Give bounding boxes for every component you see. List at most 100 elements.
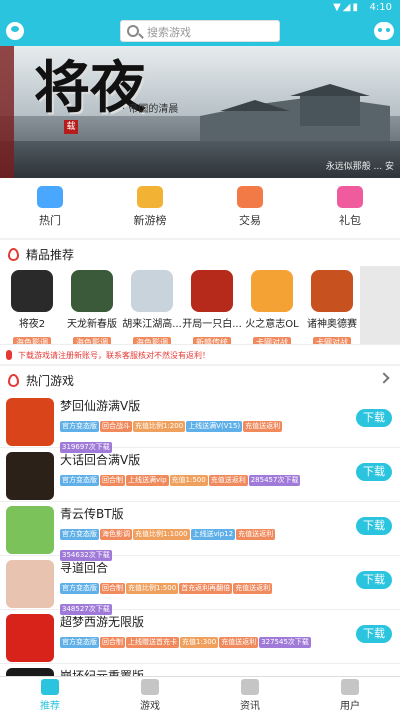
- speaker-icon: [6, 350, 12, 360]
- featured-title: 精品推荐: [26, 248, 75, 262]
- hot-header[interactable]: 热门游戏: [0, 366, 400, 394]
- document-icon: [241, 679, 259, 695]
- game-tags: 官方变态版 回合制 上线送满vip 充值1:500 充值送返利 285457次下载: [60, 467, 320, 488]
- tab-recommend[interactable]: 推荐: [0, 679, 100, 712]
- game-name: 青云传BT版: [60, 507, 124, 521]
- game-tag: 官方变态版: [60, 421, 99, 432]
- banner-subtitle: · 帝国的清晨: [122, 104, 179, 115]
- game-name: 梦回仙游满V版: [60, 399, 141, 413]
- game-thumbnail: [251, 270, 293, 312]
- gamepad-icon: [37, 186, 63, 208]
- featured-item[interactable]: 诸神奥德赛 卡网对战: [302, 270, 362, 349]
- banner[interactable]: 将夜 载 · 帝国的清晨 永远似那般 ... 安: [0, 46, 400, 178]
- tab-label: 推荐: [40, 701, 60, 712]
- featured-item[interactable]: 火之意志OL 卡网对战: [242, 270, 302, 349]
- tab-label: 用户: [340, 701, 360, 712]
- featured-name: 胡来江湖高...: [122, 319, 182, 330]
- download-button[interactable]: 下载: [356, 571, 392, 589]
- game-thumbnail: [71, 270, 113, 312]
- game-row[interactable]: 梦回仙游满V版 官方变态版 回合战斗 充值比例1:200 上线送满V(V15) 充值送返利…: [0, 394, 400, 453]
- download-button[interactable]: 下载: [356, 463, 392, 481]
- trade-icon: [237, 186, 263, 208]
- tab-label: 游戏: [140, 701, 160, 712]
- featured-name: 天龙新春版: [67, 319, 117, 330]
- download-button[interactable]: 下载: [356, 517, 392, 535]
- game-tag: 充值送返利: [219, 637, 259, 648]
- game-tag: 官方变态版: [60, 529, 99, 540]
- fire-icon: [8, 374, 19, 387]
- game-thumbnail: [11, 270, 53, 312]
- banner-seal: 载: [64, 120, 78, 134]
- game-tag: 327545次下载: [259, 637, 311, 648]
- game-icon: [6, 506, 54, 554]
- tab-label: 资讯: [240, 701, 260, 712]
- game-name: 超梦西游无限版: [60, 615, 145, 629]
- game-thumbnail: [311, 270, 353, 312]
- quicknav-hot[interactable]: 热门: [0, 186, 100, 228]
- bottom-tab-bar: 推荐 游戏 资讯 用户: [0, 676, 400, 712]
- gamepad-icon: [141, 679, 159, 695]
- featured-list: 将夜2 海色影调 天龙新春版 海色影调 胡来江湖高... 海色影调 开局一只白.…: [0, 266, 400, 349]
- user-icon: [341, 679, 359, 695]
- robot-icon[interactable]: [374, 22, 394, 40]
- game-tag: 回合战斗: [100, 421, 132, 432]
- gift-icon: [337, 186, 363, 208]
- game-tag: 回合制: [100, 637, 125, 648]
- quicknav-label: 礼包: [339, 214, 361, 227]
- status-time: 4:10: [369, 2, 392, 13]
- search-icon: [127, 25, 139, 37]
- featured-item[interactable]: 开局一只白... 新赣传统: [182, 270, 242, 349]
- game-icon: [6, 452, 54, 500]
- game-tag: 官方变态版: [60, 475, 99, 486]
- game-name: 崩坏纪元重置版: [60, 669, 145, 676]
- status-bar: ▼◢▮ 4:10: [0, 0, 400, 16]
- home-icon: [41, 679, 59, 695]
- notice-text: 下载游戏请注册新账号，联系客服核对不然没有返利！: [18, 351, 210, 360]
- hot-game-list: 梦回仙游满V版 官方变态版 回合战斗 充值比例1:200 上线送满V(V15) 充值送返利…: [0, 394, 400, 676]
- top-bar: 搜索游戏: [0, 16, 400, 46]
- game-tag: 充值送返利: [208, 475, 248, 486]
- trophy-icon: [137, 186, 163, 208]
- quicknav-label: 交易: [239, 214, 261, 227]
- quicknav-label: 新游榜: [133, 214, 167, 227]
- banner-credit: 永远似那般 ... 安: [325, 162, 394, 172]
- featured-item[interactable]: 天龙新春版 海色影调: [62, 270, 122, 349]
- game-row[interactable]: 超梦西游无限版 官方变态版 回合制 上线赠送首充卡 充值1:300 充值送返利 327545…: [0, 610, 400, 664]
- game-icon: [6, 668, 54, 676]
- quicknav-trade[interactable]: 交易: [200, 186, 300, 228]
- game-tag: 上线送满vip: [126, 475, 169, 486]
- fire-icon: [8, 248, 19, 261]
- game-row[interactable]: 崩坏纪元重置版下载: [0, 664, 400, 676]
- game-row[interactable]: 青云传BT版 官方变态版 海色影调 充值比例1:1000 上线送vip12 充值送返利35…: [0, 502, 400, 561]
- featured-name: 火之意志OL: [245, 319, 299, 330]
- game-tag: 回合制: [100, 475, 125, 486]
- game-icon: [6, 614, 54, 662]
- tab-news[interactable]: 资讯: [200, 679, 300, 712]
- chevron-right-icon[interactable]: [378, 372, 390, 384]
- download-button[interactable]: 下载: [356, 409, 392, 427]
- featured-item[interactable]: 胡来江湖高... 海色影调: [122, 270, 182, 349]
- scroll-fade: [360, 266, 400, 344]
- game-name: 大话回合满V版: [60, 453, 141, 467]
- game-tag: 首充返利再翻倍: [179, 583, 233, 594]
- search-placeholder: 搜索游戏: [147, 26, 191, 39]
- game-row[interactable]: 大话回合满V版 官方变态版 回合制 上线送满vip 充值1:500 充值送返利 285457…: [0, 448, 400, 502]
- tab-games[interactable]: 游戏: [100, 679, 200, 712]
- game-tag: 充值送返利: [243, 421, 283, 432]
- featured-item[interactable]: 将夜2 海色影调: [2, 270, 62, 349]
- user-icon[interactable]: [6, 22, 24, 40]
- game-icon: [6, 398, 54, 446]
- download-button[interactable]: 下载: [356, 625, 392, 643]
- tab-user[interactable]: 用户: [300, 679, 400, 712]
- banner-pagoda: [200, 84, 390, 146]
- quicknav-newrank[interactable]: 新游榜: [100, 186, 200, 228]
- search-box[interactable]: 搜索游戏: [120, 20, 280, 42]
- game-tag: 官方变态版: [60, 583, 99, 594]
- game-tag: 充值1:500: [169, 475, 208, 486]
- game-row[interactable]: 寻道回合 官方变态版 回合制 充值比例1:500 首充返利再翻倍 充值送返利348527次…: [0, 556, 400, 615]
- game-tag: 充值比例1:1000: [133, 529, 190, 540]
- featured-header: 精品推荐: [0, 240, 400, 268]
- game-tag: 上线送vip12: [190, 529, 236, 540]
- game-tag: 285457次下载: [248, 475, 301, 486]
- quicknav-gift[interactable]: 礼包: [300, 186, 400, 228]
